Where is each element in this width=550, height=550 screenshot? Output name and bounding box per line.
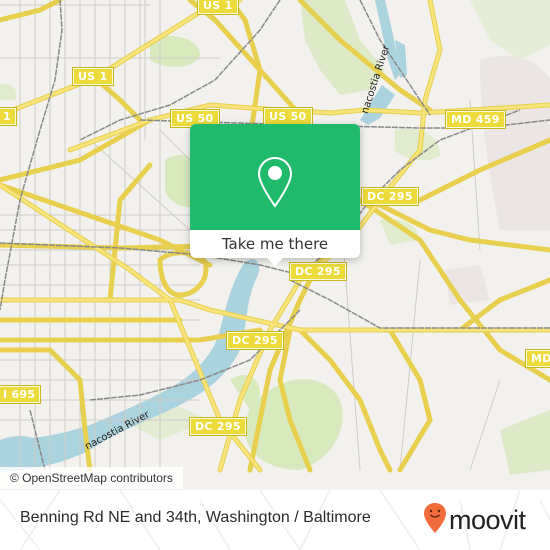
map[interactable]: US 1 US 1 1 US 50 US 50 MD 459 DC 295 DC… <box>0 0 550 490</box>
moovit-smiley-pin-icon <box>423 502 447 538</box>
shield-dc295-1: DC 295 <box>361 187 419 206</box>
shield-md459: MD 459 <box>445 110 506 129</box>
location-popup: Take me there <box>190 124 360 266</box>
shield-dc295-2: DC 295 <box>289 262 347 281</box>
shield-us1-top: US 1 <box>197 0 239 15</box>
take-me-there-button[interactable]: Take me there <box>190 230 360 258</box>
shield-i695: I 695 <box>0 385 42 404</box>
shield-dc295-4: DC 295 <box>189 417 247 436</box>
map-attribution[interactable]: © OpenStreetMap contributors <box>0 467 183 489</box>
shield-us1-edge: 1 <box>0 107 17 126</box>
footer: Benning Rd NE and 34th, Washington / Bal… <box>0 490 550 550</box>
stop-title: Benning Rd NE and 34th, Washington / Bal… <box>20 509 371 526</box>
shield-us1-left: US 1 <box>72 67 114 86</box>
shield-dc295-3: DC 295 <box>226 331 284 350</box>
moovit-wordmark: moovit <box>449 504 526 535</box>
popup-pointer <box>266 257 284 266</box>
shield-us50-right: US 50 <box>263 107 313 126</box>
moovit-logo[interactable]: moovit <box>423 503 526 537</box>
shield-md-right: MD <box>525 349 550 368</box>
popup-header <box>190 124 360 230</box>
